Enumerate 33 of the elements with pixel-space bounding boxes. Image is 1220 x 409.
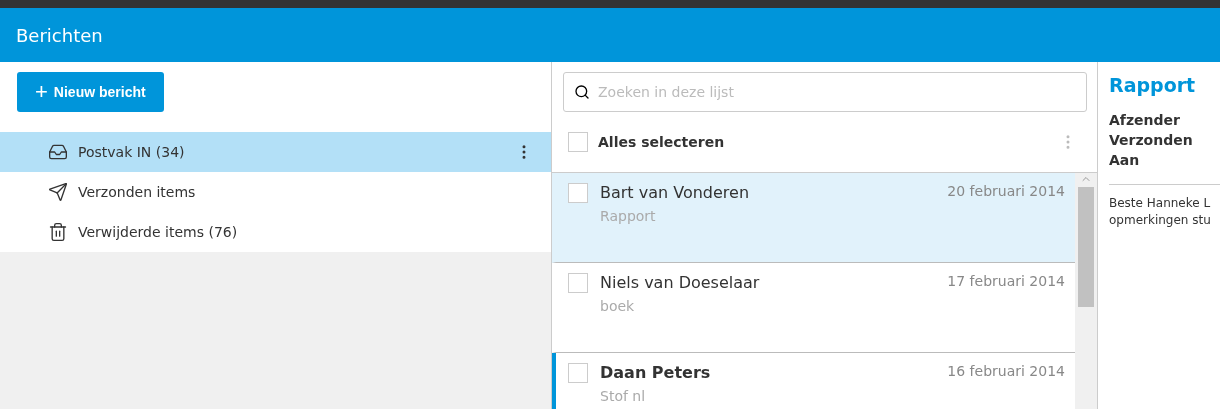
- sender-name: Bart van Vonderen: [600, 183, 750, 202]
- trash-icon: [48, 222, 68, 242]
- search-field[interactable]: Zoeken in deze lijst: [563, 72, 1087, 112]
- message-subject: boek: [600, 298, 636, 314]
- scrollbar[interactable]: [1075, 173, 1097, 409]
- body-text: opmerkingen stu: [1109, 212, 1212, 229]
- search-icon: [574, 84, 590, 100]
- checkbox[interactable]: [568, 132, 588, 152]
- inbox-icon: [48, 142, 68, 162]
- folder-item[interactable]: Postvak IN (34): [0, 132, 551, 172]
- message-date: 17 februari 2014: [947, 273, 1065, 291]
- message-subject: Rapport: [600, 208, 657, 224]
- checkbox[interactable]: [568, 273, 588, 293]
- sender-name: Daan Peters: [600, 363, 711, 382]
- message-date: 16 februari 2014: [947, 363, 1065, 381]
- sender-name: Niels van Doeselaar: [600, 273, 760, 292]
- checkbox[interactable]: [568, 363, 588, 383]
- app-header: Berichten: [0, 8, 1220, 62]
- scrollbar-thumb[interactable]: [1078, 187, 1094, 307]
- message-date: 20 februari 2014: [947, 183, 1065, 201]
- folder-label: Verzonden items: [78, 184, 197, 200]
- message-item[interactable]: Bart van Vonderen 20 februari 2014 Rapport: [552, 173, 1075, 263]
- body-text: Beste Hanneke L: [1109, 195, 1212, 212]
- paper-plane-icon: [48, 182, 68, 202]
- checkbox[interactable]: [568, 183, 588, 203]
- preview-title: Rapport: [1109, 74, 1197, 96]
- select-all-label: Alles selecteren: [598, 134, 726, 150]
- field-label: Afzender: [1109, 111, 1181, 130]
- folder-label: Verwijderde items (76): [78, 224, 239, 240]
- field-label: Aan: [1109, 151, 1141, 170]
- field-label: Verzonden: [1109, 131, 1194, 150]
- folder-label: Postvak IN (34): [78, 144, 186, 160]
- message-subject: Stof nl: [600, 388, 647, 404]
